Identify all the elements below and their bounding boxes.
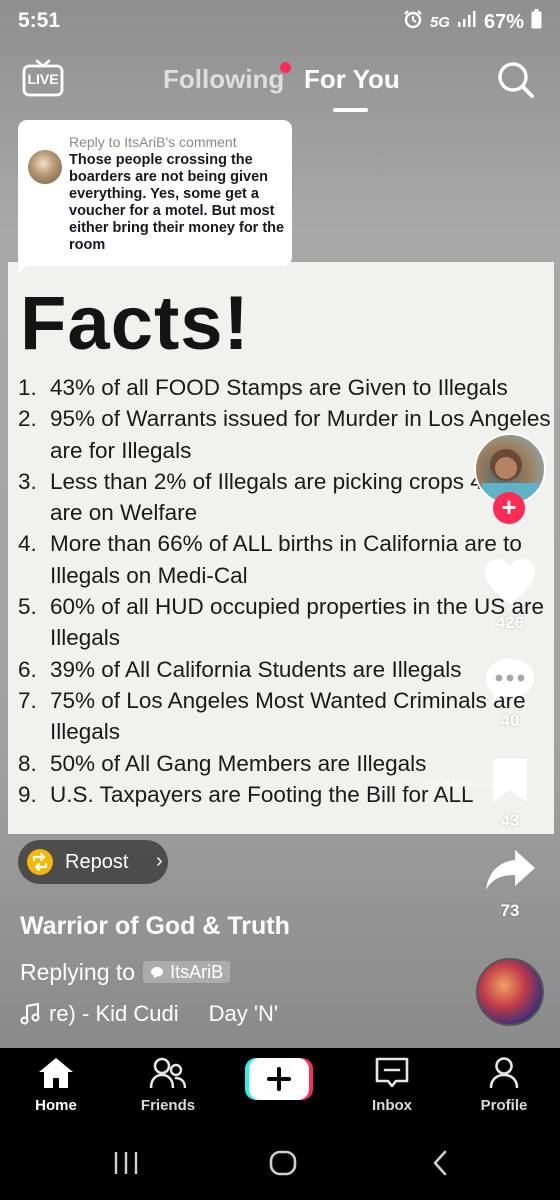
nav-inbox-label: Inbox	[372, 1097, 412, 1114]
comment-count: 40	[500, 711, 520, 730]
home-icon	[39, 1058, 73, 1088]
home-system-icon[interactable]	[268, 1149, 298, 1177]
bottom-nav: Home Friends Inbox Profile	[0, 1048, 560, 1130]
network-type: 5G	[429, 13, 450, 31]
nav-home-label: Home	[35, 1097, 77, 1114]
nav-friends-label: Friends	[140, 1097, 196, 1114]
recent-apps-icon[interactable]	[112, 1150, 140, 1176]
repost-icon	[27, 849, 53, 875]
nav-friends[interactable]: Friends	[118, 1056, 218, 1114]
signal-icon	[457, 10, 477, 34]
tab-for-you[interactable]: For You	[304, 64, 400, 95]
reply-comment-card[interactable]: Reply to ItsAriB's comment Those people …	[18, 120, 292, 266]
bookmark-count: 43	[500, 811, 520, 830]
music-row[interactable]: re) - Kid Cudi Day 'N'	[20, 1001, 278, 1027]
comment-bubble-icon	[151, 966, 164, 978]
music-title: re) - Kid Cudi	[49, 1001, 179, 1026]
notification-dot	[280, 62, 291, 73]
bookmark-icon	[493, 759, 527, 802]
search-button[interactable]	[496, 60, 536, 100]
search-icon	[498, 62, 534, 98]
tab-underline	[333, 108, 368, 112]
fact-item: 1. 43% of all FOOD Stamps are Given to Il…	[18, 375, 508, 400]
nav-home[interactable]: Home	[6, 1056, 106, 1114]
replying-to-handle: ItsAriB	[170, 961, 224, 982]
comment-icon	[486, 659, 534, 702]
fact-item: 5. 60% of all HUD occupied properties in …	[18, 594, 545, 651]
battery-percent: 67%	[483, 10, 524, 33]
fact-item: 8. 50% of All Gang Members are Illegals	[18, 750, 427, 776]
replying-to-label: Replying to	[20, 958, 136, 985]
fact-item: 4. More than 66% of ALL births in Califor…	[18, 531, 522, 588]
back-icon[interactable]	[430, 1149, 450, 1177]
like-count: 426	[495, 613, 525, 632]
alarm-icon	[403, 9, 423, 35]
replying-to-row: Replying to ItsAriB	[20, 957, 231, 987]
system-nav-bar	[0, 1130, 560, 1200]
battery-icon	[531, 9, 542, 35]
video-background[interactable]: 5:51 5G 67% LIVE Following For You Facts…	[0, 0, 560, 1048]
music-note-icon	[20, 1003, 40, 1025]
heart-icon	[485, 559, 535, 604]
nav-inbox[interactable]: Inbox	[342, 1056, 442, 1114]
reply-comment-text: Those people crossing the boarders are n…	[69, 152, 285, 253]
profile-icon	[489, 1057, 519, 1089]
commenter-avatar	[28, 150, 62, 184]
replying-to-chip[interactable]: ItsAriB	[143, 961, 231, 983]
reply-card-tail	[18, 260, 32, 274]
bookmark-button[interactable]: 43	[478, 756, 542, 831]
fact-item: 2. 95% of Warrants issued for Murder in L…	[18, 406, 551, 463]
share-arrow-icon	[486, 850, 535, 890]
nav-profile-label: Profile	[480, 1097, 528, 1114]
status-icons: 5G 67%	[403, 9, 542, 35]
friends-icon	[149, 1057, 187, 1089]
share-button[interactable]: 73	[478, 846, 542, 921]
status-time: 5:51	[18, 9, 61, 32]
facts-list: 1. 43% of all FOOD Stamps are Given to Il…	[18, 372, 554, 810]
top-nav: LIVE Following For You	[0, 52, 560, 116]
fact-item: 7. 75% of Los Angeles Most Wanted Crimina…	[18, 687, 526, 745]
fact-item: 6. 39% of All California Students are Ill…	[18, 656, 462, 682]
tab-following[interactable]: Following	[163, 64, 284, 95]
live-button[interactable]: LIVE	[22, 58, 64, 97]
facts-image: Facts! 1. 43% of all FOOD Stamps are Give…	[8, 262, 554, 834]
music-disc[interactable]	[476, 958, 544, 1026]
live-label: LIVE	[27, 71, 59, 87]
repost-label: Repost	[65, 851, 129, 873]
music-title-extra: Day 'N'	[208, 1001, 279, 1026]
plus-icon	[245, 1058, 313, 1100]
like-button[interactable]: 426	[478, 558, 542, 633]
share-count: 73	[500, 901, 520, 920]
follow-button[interactable]: +	[493, 492, 525, 524]
inbox-icon	[375, 1057, 409, 1088]
create-button[interactable]	[245, 1058, 313, 1100]
facts-title: Facts!	[20, 281, 250, 366]
reply-to-label: Reply to ItsAriB's comment	[69, 134, 237, 150]
comment-button[interactable]: 40	[478, 656, 542, 731]
nav-profile[interactable]: Profile	[454, 1056, 554, 1114]
chevron-right-icon: ›	[156, 850, 163, 872]
status-bar: 5:51 5G 67%	[0, 0, 560, 40]
repost-button[interactable]: Repost ›	[18, 840, 168, 884]
author-name[interactable]: Warrior of God & Truth	[20, 912, 290, 941]
